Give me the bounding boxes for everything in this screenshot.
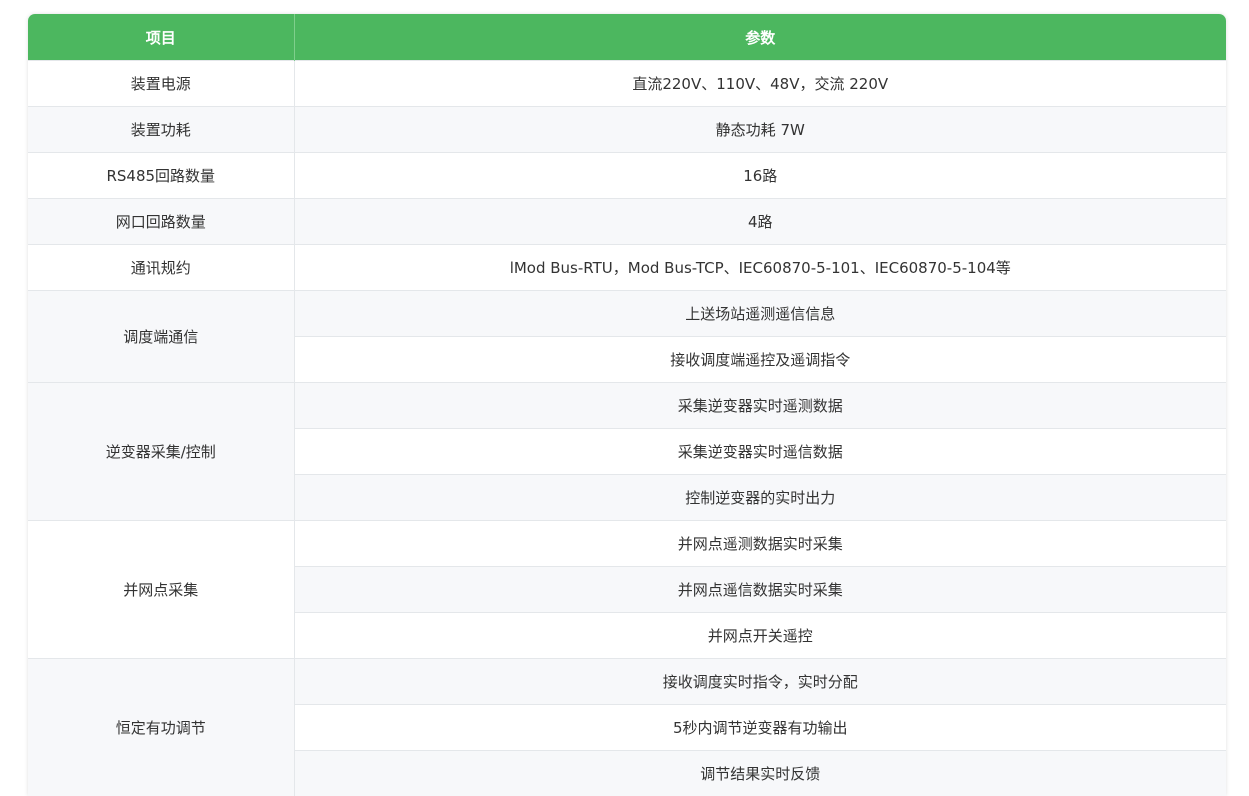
row-item: 装置功耗	[28, 106, 295, 153]
row-value: 采集逆变器实时遥测数据	[294, 382, 1226, 429]
row-item: RS485回路数量	[28, 152, 295, 199]
group-item: 恒定有功调节	[28, 658, 295, 796]
row-value: lMod Bus-RTU，Mod Bus-TCP、IEC60870-5-101、…	[294, 244, 1226, 291]
row-value: 静态功耗 7W	[294, 106, 1226, 153]
table-row: 并网点采集 并网点遥测数据实时采集	[28, 520, 1226, 659]
row-value: 控制逆变器的实时出力	[294, 474, 1226, 521]
table-row: 网口回路数量 4路	[28, 198, 1226, 245]
table-row: 调度端通信 上送场站遥测遥信信息	[28, 290, 1226, 383]
table-row: 通讯规约 lMod Bus-RTU，Mod Bus-TCP、IEC60870-5…	[28, 244, 1226, 291]
row-value: 采集逆变器实时遥信数据	[294, 428, 1226, 475]
row-item: 通讯规约	[28, 244, 295, 291]
table-row: RS485回路数量 16路	[28, 152, 1226, 199]
spec-table-container: 项目 参数 装置电源 直流220V、110V、48V，交流 220V 装置功耗 …	[28, 14, 1226, 796]
row-value: 5秒内调节逆变器有功输出	[294, 704, 1226, 751]
row-value: 直流220V、110V、48V，交流 220V	[294, 60, 1226, 107]
group-item: 并网点采集	[28, 520, 295, 659]
header-item: 项目	[28, 14, 295, 61]
row-value: 并网点遥信数据实时采集	[294, 566, 1226, 613]
row-value: 调节结果实时反馈	[294, 750, 1226, 796]
row-value: 上送场站遥测遥信信息	[294, 290, 1226, 337]
row-value: 并网点开关遥控	[294, 612, 1226, 659]
table-row: 装置功耗 静态功耗 7W	[28, 106, 1226, 153]
row-value: 并网点遥测数据实时采集	[294, 520, 1226, 567]
header-param: 参数	[294, 14, 1226, 61]
row-value: 接收调度端遥控及遥调指令	[294, 336, 1226, 383]
table-row: 逆变器采集/控制 采集逆变器实时遥测数据	[28, 382, 1226, 521]
table-row: 恒定有功调节 接收调度实时指令，实时分配	[28, 658, 1226, 796]
row-value: 接收调度实时指令，实时分配	[294, 658, 1226, 705]
table-header-row: 项目 参数	[28, 14, 1226, 61]
row-value: 16路	[294, 152, 1226, 199]
group-item: 调度端通信	[28, 290, 295, 383]
row-item: 装置电源	[28, 60, 295, 107]
spec-table: 项目 参数 装置电源 直流220V、110V、48V，交流 220V 装置功耗 …	[28, 14, 1226, 796]
group-item: 逆变器采集/控制	[28, 382, 295, 521]
table-row: 装置电源 直流220V、110V、48V，交流 220V	[28, 60, 1226, 107]
row-value: 4路	[294, 198, 1226, 245]
row-item: 网口回路数量	[28, 198, 295, 245]
